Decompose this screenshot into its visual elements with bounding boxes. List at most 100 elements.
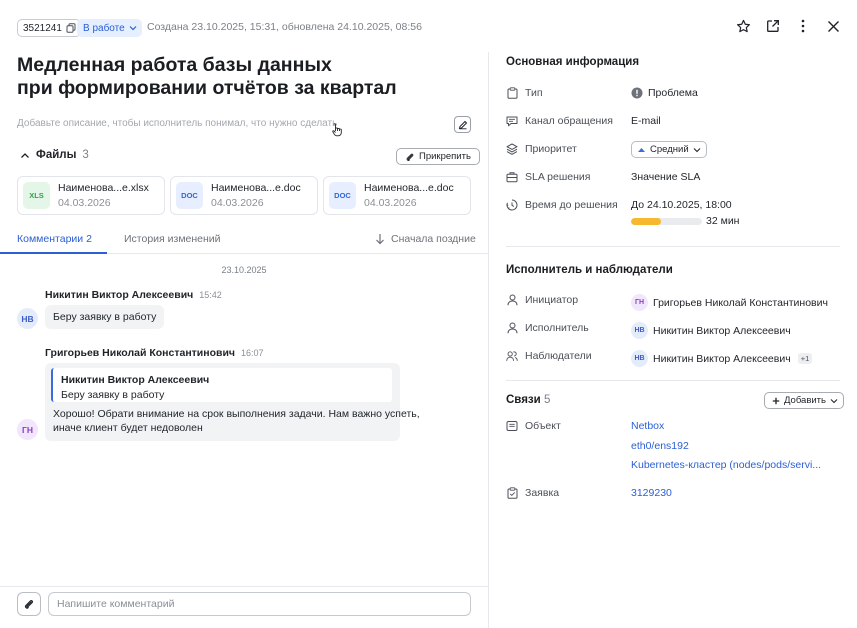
file-card[interactable]: DOC Наименова...e.doc 04.03.2026 [323, 176, 471, 215]
field-value-channel: E-mail [631, 115, 661, 127]
person-name: Никитин Виктор Алексеевич [653, 352, 791, 365]
briefcase-icon [506, 171, 518, 183]
hand-cursor-icon [332, 123, 343, 137]
object-link[interactable]: Kubernetes-кластер (nodes/pods/servi... [631, 459, 821, 471]
add-label: Добавить [784, 395, 826, 406]
sort-label: Сначала поздние [391, 233, 476, 245]
doc-file-icon: DOC [329, 182, 356, 209]
comment-author-name: Никитин Виктор Алексеевич [45, 289, 194, 301]
field-value-type: Проблема [631, 87, 698, 99]
close-icon[interactable] [825, 18, 841, 34]
quote-text: Беру заявку в работу [61, 389, 165, 401]
person-name: Григорьев Николай Константинович [653, 296, 828, 309]
field-value-deadline: До 24.10.2025, 18:00 [631, 199, 732, 211]
plus-icon [772, 397, 780, 405]
message-icon [506, 115, 518, 127]
arrow-down-icon [375, 233, 385, 245]
attach-button[interactable]: Прикрепить [396, 148, 480, 165]
top-bar: 3521241 В работе Создана 23.10.2025, 15:… [0, 0, 857, 52]
label-text: Заявка [525, 487, 560, 499]
priority-medium-icon [637, 146, 646, 154]
links-count: 5 [543, 394, 551, 406]
copy-icon[interactable] [66, 23, 76, 33]
ticket-title-line: при формировании отчётов за квартал [17, 77, 397, 99]
person-name: Никитин Виктор Алексеевич [653, 324, 791, 337]
tab-comments-count: 2 [86, 233, 92, 245]
attach-file-button[interactable] [17, 592, 41, 616]
attach-label: Прикрепить [419, 151, 471, 162]
file-card[interactable]: XLS Наименова...e.xlsx 04.03.2026 [17, 176, 165, 215]
file-name: Наименова...e.doc [211, 181, 301, 194]
layers-icon [506, 143, 518, 155]
add-link-button[interactable]: Добавить [764, 392, 844, 409]
label-text: SLA решения [525, 171, 591, 183]
avatar: ГН [17, 419, 38, 440]
open-external-icon[interactable] [765, 18, 781, 34]
label-text: Время до решения [525, 199, 618, 211]
avatar: НВ [631, 350, 648, 367]
files-toggle[interactable]: Файлы 3 [20, 149, 89, 161]
label-text: Инициатор [525, 294, 579, 306]
object-icon [506, 420, 518, 432]
sla-remaining: 32 мин [706, 215, 740, 227]
active-tab-indicator [0, 252, 107, 254]
field-label-sla: SLA решения [506, 171, 590, 183]
more-watchers-badge[interactable]: +1 [797, 353, 813, 364]
value-text: Проблема [648, 87, 698, 99]
label-text: Канал обращения [525, 115, 613, 127]
comment-text-line: иначе клиент будет недоволен [53, 422, 203, 434]
object-link[interactable]: Netbox [631, 420, 664, 432]
sort-button[interactable]: Сначала поздние [375, 233, 476, 245]
section-divider [506, 246, 840, 247]
comment-time: 16:07 [241, 348, 264, 358]
users-icon [506, 350, 518, 362]
alert-icon [631, 87, 643, 99]
description-placeholder[interactable]: Добавьте описание, чтобы исполнитель пон… [17, 118, 337, 129]
status-label: В работе [83, 22, 125, 34]
avatar: НВ [17, 308, 38, 329]
quote-author: Никитин Виктор Алексеевич [61, 374, 210, 386]
label-text: Тип [525, 87, 543, 99]
quoted-comment[interactable]: Никитин Виктор Алексеевич Беру заявку в … [51, 368, 392, 402]
priority-dropdown[interactable]: Средний [631, 141, 707, 158]
timer-icon [506, 199, 518, 211]
user-icon [506, 322, 518, 334]
composer-divider [0, 586, 488, 587]
pencil-icon [458, 120, 468, 130]
status-dropdown[interactable]: В работе [77, 19, 142, 37]
field-value-assignee[interactable]: НВ Никитин Виктор Алексеевич [631, 322, 791, 339]
ticket-title[interactable]: Медленная работа базы данных при формиро… [17, 54, 457, 100]
more-vertical-icon[interactable] [795, 18, 811, 34]
user-icon [506, 294, 518, 306]
field-label-deadline: Время до решения [506, 199, 618, 211]
comment-input[interactable] [48, 592, 471, 616]
field-value-watchers[interactable]: НВ Никитин Виктор Алексеевич +1 [631, 350, 813, 367]
label-text: Приоритет [525, 143, 577, 155]
field-label-channel: Канал обращения [506, 115, 613, 127]
field-label-priority: Приоритет [506, 143, 577, 155]
request-link[interactable]: 3129230 [631, 487, 672, 499]
edit-description-button[interactable] [454, 116, 471, 133]
section-title: Исполнитель и наблюдатели [506, 264, 673, 276]
file-name: Наименова...e.xlsx [58, 181, 149, 194]
tab-comments-label: Комментарии [17, 233, 84, 245]
comment-text-line: Хорошо! Обрати внимание на срок выполнен… [53, 408, 420, 420]
comment-bubble: Никитин Виктор Алексеевич Беру заявку в … [45, 363, 420, 441]
section-title: Основная информация [506, 56, 640, 68]
file-card[interactable]: DOC Наименова...e.doc 04.03.2026 [170, 176, 318, 215]
object-link[interactable]: eth0/ens192 [631, 440, 689, 452]
sla-progress-bar [631, 218, 702, 225]
label-text: Наблюдатели [525, 350, 592, 362]
comment-text: Хорошо! Обрати внимание на срок выполнен… [53, 407, 420, 435]
field-value-initiator[interactable]: ГН Григорьев Николай Константинович [631, 294, 828, 311]
star-icon[interactable] [735, 18, 751, 34]
tab-history[interactable]: История изменений [124, 233, 221, 245]
panel-divider [488, 52, 489, 628]
field-label-watchers: Наблюдатели [506, 350, 592, 362]
ticket-id-chip[interactable]: 3521241 [17, 19, 81, 37]
paperclip-icon [405, 152, 415, 162]
section-title: Связи 5 [506, 394, 550, 406]
doc-file-icon: DOC [176, 182, 203, 209]
tab-comments[interactable]: Комментарии 2 [17, 233, 92, 245]
label-text: Объект [525, 420, 561, 432]
